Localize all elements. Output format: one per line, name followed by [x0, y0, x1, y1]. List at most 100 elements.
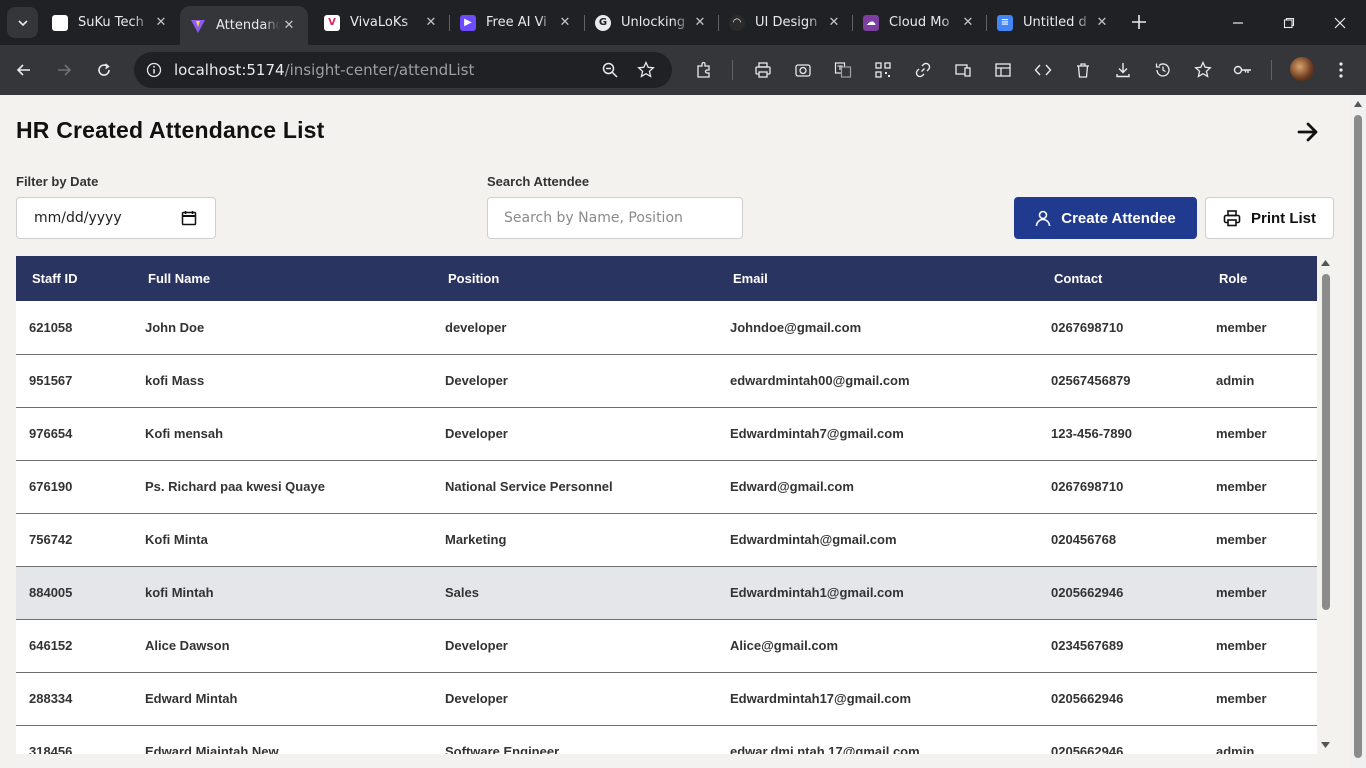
delete-data-button[interactable] [1071, 58, 1095, 82]
browser-tab[interactable]: ≡ Untitled d ✕ [989, 0, 1119, 45]
table-row[interactable]: 288334 Edward Mintah Developer Edwardmintah… [16, 672, 1317, 725]
extensions-button[interactable] [692, 58, 716, 82]
close-icon[interactable]: ✕ [422, 15, 440, 30]
table-row[interactable]: 646152 Alice Dawson Developer Alice@gmail.c… [16, 619, 1317, 672]
table-row[interactable]: 676190 Ps. Richard paa kwesi Quaye Nationa… [16, 460, 1317, 513]
column-header-staff-id[interactable]: Staff ID [16, 256, 132, 301]
cell-email: Edward@gmail.com [730, 479, 854, 494]
browser-tab[interactable]: V VivaLoKs ✕ [316, 0, 448, 45]
passwords-button[interactable] [1231, 58, 1255, 82]
print-list-button[interactable]: Print List [1205, 197, 1334, 239]
close-icon[interactable]: ✕ [825, 15, 843, 30]
browser-tab-bar: SuKu Tech ✕ Attendance ✕ V VivaLoKs ✕ ▶ … [0, 0, 1366, 45]
search-attendee-label: Search Attendee [487, 174, 590, 189]
table-row[interactable]: 756742 Kofi Minta Marketing Edwardmintah@gm… [16, 513, 1317, 566]
page-title: HR Created Attendance List [16, 117, 325, 143]
devtools-button[interactable] [1031, 58, 1055, 82]
close-icon[interactable]: ✕ [152, 15, 170, 30]
toolbar-divider [732, 60, 733, 80]
forward-button[interactable] [52, 58, 76, 82]
reload-button[interactable] [92, 58, 116, 82]
cell-role: member [1216, 585, 1267, 600]
table-row[interactable]: 976654 Kofi mensah Developer Edwardmintah7@… [16, 407, 1317, 460]
cell-position: Marketing [445, 532, 507, 547]
filter-by-date-label: Filter by Date [16, 174, 99, 189]
browser-tab-active[interactable]: Attendance ✕ [180, 6, 308, 45]
page-scrollbar[interactable] [1350, 95, 1366, 768]
cell-staff-id: 884005 [29, 585, 73, 600]
back-button[interactable] [12, 58, 36, 82]
print-button[interactable] [751, 58, 775, 82]
profile-avatar[interactable] [1290, 57, 1314, 81]
table-row[interactable]: 951567 kofi Mass Developer edwardmintah00@g… [16, 354, 1317, 407]
translate-button[interactable] [831, 58, 855, 82]
column-header-position[interactable]: Position [432, 256, 717, 301]
close-icon[interactable]: ✕ [556, 15, 574, 30]
browser-tab[interactable]: G Unlocking ✕ [587, 0, 717, 45]
qr-code-icon [875, 62, 891, 78]
close-icon[interactable]: ✕ [691, 15, 709, 30]
scroll-up-icon [1321, 260, 1330, 266]
screenshot-button[interactable] [791, 58, 815, 82]
reading-mode-button[interactable] [991, 58, 1015, 82]
ui-design-icon: ◠ [729, 14, 745, 31]
qr-code-button[interactable] [871, 58, 895, 82]
cell-role: admin [1216, 744, 1255, 754]
link-icon [915, 62, 931, 78]
column-header-contact[interactable]: Contact [1038, 256, 1203, 301]
table-scrollbar[interactable] [1317, 256, 1334, 754]
page-content: HR Created Attendance List Filter by Dat… [0, 95, 1350, 768]
cell-contact: 123-456-7890 [1051, 426, 1132, 441]
history-button[interactable] [1151, 58, 1175, 82]
cell-position: Developer [445, 638, 508, 653]
cell-role: member [1216, 479, 1267, 494]
cell-staff-id: 951567 [29, 373, 73, 388]
bookmarks-button[interactable] [1191, 58, 1215, 82]
cell-full-name: Edward Miaintah New [145, 744, 279, 754]
close-window-button[interactable] [1315, 0, 1365, 45]
close-icon[interactable]: ✕ [280, 18, 298, 33]
table-row[interactable]: 884005 kofi Mintah Sales Edwardmintah1@gmai… [16, 566, 1317, 619]
address-bar[interactable]: localhost:5174/insight-center/attendList [134, 52, 672, 88]
site-info-icon[interactable] [146, 62, 162, 82]
browser-tab[interactable]: ▶ Free AI Vi ✕ [452, 0, 582, 45]
close-icon[interactable]: ✕ [959, 15, 977, 30]
arrow-right-icon[interactable] [1296, 121, 1320, 143]
browser-tab[interactable]: ◠ UI Design ✕ [721, 0, 851, 45]
cell-staff-id: 288334 [29, 691, 73, 706]
bookmark-star-icon[interactable] [637, 60, 655, 83]
create-attendee-button[interactable]: Create Attendee [1014, 197, 1197, 239]
cast-button[interactable] [951, 58, 975, 82]
cell-email: Edwardmintah1@gmail.com [730, 585, 904, 600]
column-header-role[interactable]: Role [1203, 256, 1317, 301]
date-filter-input[interactable]: mm/dd/yyyy [16, 197, 216, 239]
tab-divider [584, 15, 585, 31]
calendar-icon[interactable] [181, 210, 197, 226]
close-icon[interactable]: ✕ [1093, 15, 1111, 30]
browser-tab[interactable]: ☁ Cloud Mo ✕ [855, 0, 985, 45]
browser-tab[interactable]: SuKu Tech ✕ [44, 0, 178, 45]
copy-link-button[interactable] [911, 58, 935, 82]
column-header-full-name[interactable]: Full Name [132, 256, 432, 301]
browser-menu-button[interactable] [1329, 58, 1353, 82]
page-scrollbar-thumb[interactable] [1354, 115, 1362, 758]
minimize-button[interactable] [1213, 0, 1263, 45]
cell-full-name: Edward Mintah [145, 691, 238, 706]
table-body: 621058 John Doe developer Johndoe@gmail.com… [16, 301, 1317, 754]
new-tab-button[interactable] [1128, 11, 1150, 33]
restore-button[interactable] [1264, 0, 1314, 45]
zoom-icon[interactable] [601, 61, 619, 83]
cell-contact: 0267698710 [1051, 319, 1124, 335]
table-row[interactable]: 318456 Edward Miaintah New Software Engine… [16, 725, 1317, 754]
cell-role: member [1216, 319, 1267, 335]
cell-email: Edwardmintah7@gmail.com [730, 426, 904, 441]
table-scrollbar-thumb[interactable] [1322, 274, 1330, 610]
cell-position: Developer [445, 373, 508, 388]
downloads-button[interactable] [1111, 58, 1135, 82]
search-input[interactable] [487, 197, 743, 239]
tab-divider [852, 15, 853, 31]
cell-position: Developer [445, 691, 508, 706]
table-row[interactable]: 621058 John Doe developer Johndoe@gmail.com… [16, 301, 1317, 354]
column-header-email[interactable]: Email [717, 256, 1038, 301]
tab-search-button[interactable] [7, 7, 38, 38]
